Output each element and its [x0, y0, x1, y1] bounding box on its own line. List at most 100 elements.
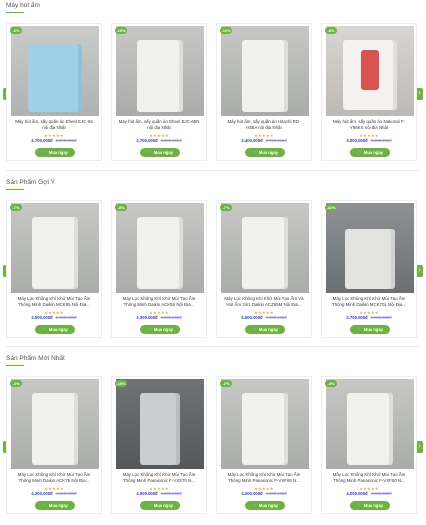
cart-icon: 🛒 — [251, 150, 258, 155]
original-price: 4.200.000đ — [370, 491, 392, 496]
product-card[interactable]: -10% Máy hút ẩm, sấy quần áo Eheel EJC-65… — [111, 23, 207, 161]
cart-icon: 🛒 — [251, 327, 258, 332]
product-image[interactable] — [116, 379, 204, 469]
cart-icon: 🛒 — [146, 503, 153, 508]
product-prices: 2.400.000đ 2.700.000đ — [217, 138, 311, 143]
section-title-underline — [6, 189, 24, 190]
buy-now-button[interactable]: 🛒Mua ngay — [350, 325, 390, 334]
original-price: 2.700.000đ — [265, 138, 287, 143]
carousel-next-button[interactable]: › — [416, 88, 423, 100]
buy-now-button[interactable]: 🛒Mua ngay — [245, 148, 285, 157]
product-image[interactable] — [326, 26, 414, 116]
product-image[interactable] — [11, 379, 99, 469]
product-name-link[interactable]: Máy Lọc Không Khí Khử Mùi Tạo Ẩm Thông M… — [328, 472, 410, 484]
product-prices: 3.000.000đ 3.250.000đ — [322, 138, 416, 143]
section-separator — [6, 346, 420, 347]
original-price: 7.000.000đ — [265, 315, 287, 320]
buy-now-label: Mua ngay — [153, 503, 174, 508]
buy-now-button[interactable]: 🛒Mua ngay — [35, 148, 75, 157]
product-prices: 2.700.000đ 3.000.000đ — [112, 138, 206, 143]
product-appliance-shape — [347, 393, 393, 465]
cart-icon: 🛒 — [251, 503, 258, 508]
product-prices: 6.500.000đ 7.000.000đ — [217, 315, 311, 320]
product-prices: 4.300.000đ 4.500.000đ — [7, 491, 101, 496]
section-separator — [6, 170, 420, 171]
product-image[interactable] — [326, 379, 414, 469]
section-title: Sản Phẩm Mới Nhất — [6, 355, 65, 362]
buy-now-button[interactable]: 🛒Mua ngay — [140, 148, 180, 157]
original-price: 3.000.000đ — [160, 138, 182, 143]
buy-now-label: Mua ngay — [48, 150, 69, 155]
product-card[interactable]: -2% Máy Lọc Không Khí Khử Mùi Tạo Ẩm Thôn… — [216, 376, 312, 514]
current-price: 4.200.000đ — [241, 491, 263, 496]
product-card[interactable]: -8% Máy Lọc Không Khí Khử Mùi Tạo Ẩm Thôn… — [111, 200, 207, 338]
product-card[interactable]: -6% Máy hút ẩm, sấy quần áo Eheel EJC-65 … — [6, 23, 102, 161]
product-appliance-shape — [345, 229, 395, 289]
product-name-link[interactable]: Máy Lọc Không Khí Khử Mùi Tạo Ẩm Thông M… — [13, 472, 95, 484]
product-card[interactable]: -11% Máy Lọc Không Khí Khử Mùi Tạo Ẩm Thô… — [321, 200, 417, 338]
product-appliance-shape — [137, 40, 183, 112]
current-price: 2.700.000đ — [346, 315, 368, 320]
product-image[interactable] — [221, 379, 309, 469]
product-name-link[interactable]: Máy Lọc Không Khí Khử Mùi Tạo Ẩm Thông M… — [328, 296, 410, 308]
product-card[interactable]: -7% Máy Lọc Không Khí Khử Mùi Tạo Ẩm Và H… — [216, 200, 312, 338]
buy-now-label: Mua ngay — [363, 503, 384, 508]
current-price: 2.700.000đ — [31, 138, 53, 143]
buy-now-button[interactable]: 🛒Mua ngay — [140, 501, 180, 510]
product-prices: 2.700.000đ 2.900.000đ — [7, 138, 101, 143]
product-image[interactable] — [326, 203, 414, 293]
product-section: Máy hút ẩm‹›-6%Máy hút ẩm, sấy quần áo E… — [0, 0, 426, 170]
product-card[interactable]: -7% Máy Lọc Không Khí Khử Mùi Tạo Ẩm Thôn… — [6, 200, 102, 338]
product-appliance-shape — [242, 40, 288, 112]
buy-now-label: Mua ngay — [363, 327, 384, 332]
product-name-link[interactable]: Máy Lọc Không Khí Khử Mùi Tạo Ẩm Thông M… — [13, 296, 95, 308]
buy-now-label: Mua ngay — [258, 150, 279, 155]
cart-icon: 🛒 — [146, 150, 153, 155]
buy-now-button[interactable]: 🛒Mua ngay — [35, 501, 75, 510]
product-name-link[interactable]: Máy hút ẩm, sấy quần áo Hitachi RD-H56A … — [223, 119, 305, 131]
carousel-next-button[interactable]: › — [416, 265, 423, 277]
discount-badge: -6% — [10, 27, 22, 34]
discount-badge: -10% — [115, 27, 127, 34]
product-name-link[interactable]: Máy hút ẩm, sấy quần áo National F-Y96KS… — [328, 119, 410, 131]
buy-now-button[interactable]: 🛒Mua ngay — [245, 325, 285, 334]
buy-now-button[interactable]: 🛒Mua ngay — [140, 325, 180, 334]
product-appliance-shape — [28, 44, 82, 112]
product-card[interactable]: -10% Máy Lọc Không Khí Khử Mùi Tạo Ẩm Thô… — [111, 376, 207, 514]
carousel-next-button[interactable]: › — [416, 441, 423, 453]
current-price: 2.500.000đ — [31, 315, 53, 320]
product-name-link[interactable]: Máy hút ẩm, sấy quần áo Eheel EJC-65 nội… — [13, 119, 95, 131]
product-appliance-shape — [140, 393, 180, 465]
buy-now-label: Mua ngay — [153, 327, 174, 332]
product-appliance-shape — [242, 393, 288, 465]
product-name-link[interactable]: Máy Lọc Không Khí Khử Mùi Tạo Ẩm Thông M… — [118, 296, 200, 308]
product-name-link[interactable]: Máy Lọc Không Khí Khử Mùi Tạo Ẩm Thông M… — [223, 472, 305, 484]
buy-now-button[interactable]: 🛒Mua ngay — [35, 325, 75, 334]
product-card[interactable]: -4% Máy Lọc Không Khí Khử Mùi Tạo Ẩm Thôn… — [321, 376, 417, 514]
current-price: 2.400.000đ — [241, 138, 263, 143]
product-card[interactable]: -4% Máy Lọc Không Khí Khử Mùi Tạo Ẩm Thôn… — [6, 376, 102, 514]
product-card[interactable]: -11% Máy hút ẩm, sấy quần áo Hitachi RD-H… — [216, 23, 312, 161]
buy-now-button[interactable]: 🛒Mua ngay — [350, 148, 390, 157]
product-card[interactable]: -8% Máy hút ẩm, sấy quần áo National F-Y9… — [321, 23, 417, 161]
product-image[interactable] — [221, 26, 309, 116]
product-image[interactable] — [116, 203, 204, 293]
product-image[interactable] — [221, 203, 309, 293]
product-front-panel — [361, 50, 379, 90]
buy-now-button[interactable]: 🛒Mua ngay — [350, 501, 390, 510]
discount-badge: -4% — [325, 380, 337, 387]
product-prices: 2.700.000đ 3.000.000đ — [322, 315, 416, 320]
product-appliance-shape — [32, 217, 78, 289]
product-name-link[interactable]: Máy Lọc Không Khí Khử Mùi Tạo Ẩm Và Hút … — [223, 296, 305, 308]
product-image[interactable] — [116, 26, 204, 116]
cart-icon: 🛒 — [356, 150, 363, 155]
product-image[interactable] — [11, 203, 99, 293]
product-name-link[interactable]: Máy hút ẩm, sấy quần áo Eheel EJC-65N nộ… — [118, 119, 200, 131]
buy-now-button[interactable]: 🛒Mua ngay — [245, 501, 285, 510]
current-price: 2.300.000đ — [136, 315, 158, 320]
section-title-underline — [6, 365, 24, 366]
section-title: Máy hút ẩm — [6, 2, 40, 9]
product-image[interactable] — [11, 26, 99, 116]
cart-icon: 🛒 — [356, 503, 363, 508]
product-name-link[interactable]: Máy Lọc Không Khí Khử Mùi Tạo Ẩm Thông M… — [118, 472, 200, 484]
